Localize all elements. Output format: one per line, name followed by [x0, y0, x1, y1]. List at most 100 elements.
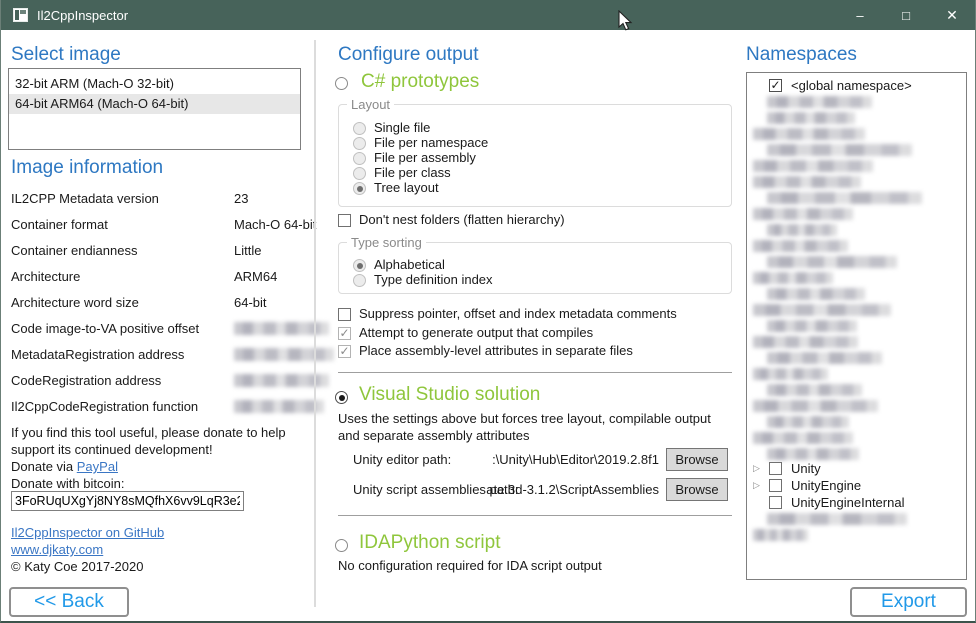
compile-output-checkbox[interactable]: ✓ — [338, 327, 351, 340]
assembly-attributes-label: Place assembly-level attributes in separ… — [359, 343, 633, 358]
unity-checkbox[interactable] — [769, 462, 782, 475]
single-file-radio[interactable] — [353, 122, 366, 135]
redacted-namespace-row[interactable] — [753, 128, 865, 140]
type-sorting-group-title: Type sorting — [347, 235, 426, 250]
info-label: Architecture — [11, 269, 80, 284]
bitcoin-address-input[interactable] — [11, 491, 244, 511]
flatten-checkbox-label: Don't nest folders (flatten hierarchy) — [359, 212, 565, 227]
file-per-assembly-label: File per assembly — [374, 150, 476, 165]
redacted-namespace-row[interactable] — [753, 160, 873, 172]
close-button[interactable]: ✕ — [929, 0, 975, 30]
unityengine-checkbox[interactable] — [769, 479, 782, 492]
app-icon — [13, 8, 28, 22]
browse-script-path-button[interactable]: Browse — [666, 478, 728, 501]
select-image-heading: Select image — [11, 44, 121, 66]
info-value-redacted — [234, 348, 334, 361]
compile-output-label: Attempt to generate output that compiles — [359, 325, 593, 340]
redacted-namespace-row[interactable] — [753, 208, 853, 220]
redacted-namespace-row[interactable] — [753, 529, 808, 541]
redacted-namespace-row[interactable] — [767, 384, 862, 396]
info-label: Code image-to-VA positive offset — [11, 321, 199, 336]
window-title: Il2CppInspector — [37, 8, 128, 23]
expander-icon[interactable]: ▷ — [753, 463, 760, 474]
type-definition-index-label: Type definition index — [374, 272, 493, 287]
info-value: 64-bit — [234, 295, 267, 310]
redacted-namespace-row[interactable] — [753, 176, 861, 188]
column-divider — [314, 40, 316, 607]
unityengineinternal-label: UnityEngineInternal — [791, 495, 904, 510]
info-label: CodeRegistration address — [11, 373, 161, 388]
layout-group-title: Layout — [347, 97, 394, 112]
title-bar: Il2CppInspector – □ ✕ — [1, 0, 975, 30]
tree-layout-label: Tree layout — [374, 180, 439, 195]
redacted-namespace-row[interactable] — [767, 112, 855, 124]
info-label: Architecture word size — [11, 295, 139, 310]
redacted-namespace-row[interactable] — [753, 400, 878, 412]
info-value: 23 — [234, 191, 248, 206]
redacted-namespace-row[interactable] — [767, 144, 912, 156]
redacted-namespace-row[interactable] — [753, 432, 853, 444]
github-link[interactable]: Il2CppInspector on GitHub — [11, 525, 164, 540]
info-value: Mach-O 64-bit — [234, 217, 316, 232]
copyright-text: © Katy Coe 2017-2020 — [11, 558, 143, 575]
mouse-cursor — [617, 10, 635, 32]
browse-editor-path-button[interactable]: Browse — [666, 448, 728, 471]
file-per-namespace-label: File per namespace — [374, 135, 488, 150]
donate-message: If you find this tool useful, please don… — [11, 424, 307, 458]
back-button[interactable]: << Back — [9, 587, 129, 617]
idapython-label[interactable]: IDAPython script — [359, 532, 501, 554]
info-value: Little — [234, 243, 261, 258]
redacted-namespace-row[interactable] — [767, 256, 897, 268]
redacted-namespace-row[interactable] — [753, 368, 828, 380]
unityengineinternal-checkbox[interactable] — [769, 496, 782, 509]
redacted-namespace-row[interactable] — [753, 304, 891, 316]
image-list-item[interactable]: 32-bit ARM (Mach-O 32-bit) — [9, 74, 300, 94]
redacted-namespace-row[interactable] — [767, 448, 859, 460]
info-label: Container endianness — [11, 243, 137, 258]
section-divider — [338, 515, 732, 516]
flatten-checkbox[interactable] — [338, 214, 351, 227]
visual-studio-solution-radio[interactable] — [335, 391, 348, 404]
image-listbox[interactable]: 32-bit ARM (Mach-O 32-bit) 64-bit ARM64 … — [8, 68, 301, 150]
suppress-comments-checkbox[interactable] — [338, 308, 351, 321]
maximize-button[interactable]: □ — [883, 0, 929, 30]
file-per-namespace-radio[interactable] — [353, 137, 366, 150]
minimize-button[interactable]: – — [837, 0, 883, 30]
file-per-assembly-radio[interactable] — [353, 152, 366, 165]
suppress-comments-label: Suppress pointer, offset and index metad… — [359, 306, 677, 321]
expander-icon[interactable]: ▷ — [753, 480, 760, 491]
unityengine-label: UnityEngine — [791, 478, 861, 493]
redacted-namespace-row[interactable] — [753, 336, 858, 348]
file-per-class-radio[interactable] — [353, 167, 366, 180]
global-namespace-checkbox[interactable]: ✓ — [769, 79, 782, 92]
website-link[interactable]: www.djkaty.com — [11, 542, 103, 557]
redacted-namespace-row[interactable] — [753, 240, 848, 252]
csharp-prototypes-label[interactable]: C# prototypes — [361, 71, 479, 93]
redacted-namespace-row[interactable] — [767, 352, 882, 364]
assembly-attributes-checkbox[interactable]: ✓ — [338, 345, 351, 358]
redacted-namespace-row[interactable] — [767, 224, 837, 236]
redacted-namespace-row[interactable] — [767, 288, 865, 300]
bitcoin-label: Donate with bitcoin: — [11, 475, 124, 492]
redacted-namespace-row[interactable] — [767, 513, 907, 525]
redacted-namespace-row[interactable] — [767, 192, 922, 204]
redacted-namespace-row[interactable] — [767, 320, 857, 332]
tree-layout-radio[interactable] — [353, 182, 366, 195]
visual-studio-solution-label[interactable]: Visual Studio solution — [359, 384, 540, 406]
csharp-prototypes-radio[interactable] — [335, 77, 348, 90]
app-window: Il2CppInspector – □ ✕ Select image 32-bi… — [0, 0, 976, 623]
idapython-radio[interactable] — [335, 539, 348, 552]
image-list-item-selected[interactable]: 64-bit ARM64 (Mach-O 64-bit) — [9, 94, 300, 114]
export-button[interactable]: Export — [850, 587, 967, 617]
info-label: Container format — [11, 217, 108, 232]
redacted-namespace-row[interactable] — [767, 96, 872, 108]
namespaces-heading: Namespaces — [746, 44, 857, 66]
paypal-link[interactable]: PayPal — [77, 459, 118, 474]
redacted-namespace-row[interactable] — [753, 272, 833, 284]
image-information-heading: Image information — [11, 157, 163, 179]
info-label: MetadataRegistration address — [11, 347, 184, 362]
type-definition-index-radio[interactable] — [353, 274, 366, 287]
alphabetical-radio[interactable] — [353, 259, 366, 272]
alphabetical-label: Alphabetical — [374, 257, 445, 272]
redacted-namespace-row[interactable] — [767, 416, 849, 428]
